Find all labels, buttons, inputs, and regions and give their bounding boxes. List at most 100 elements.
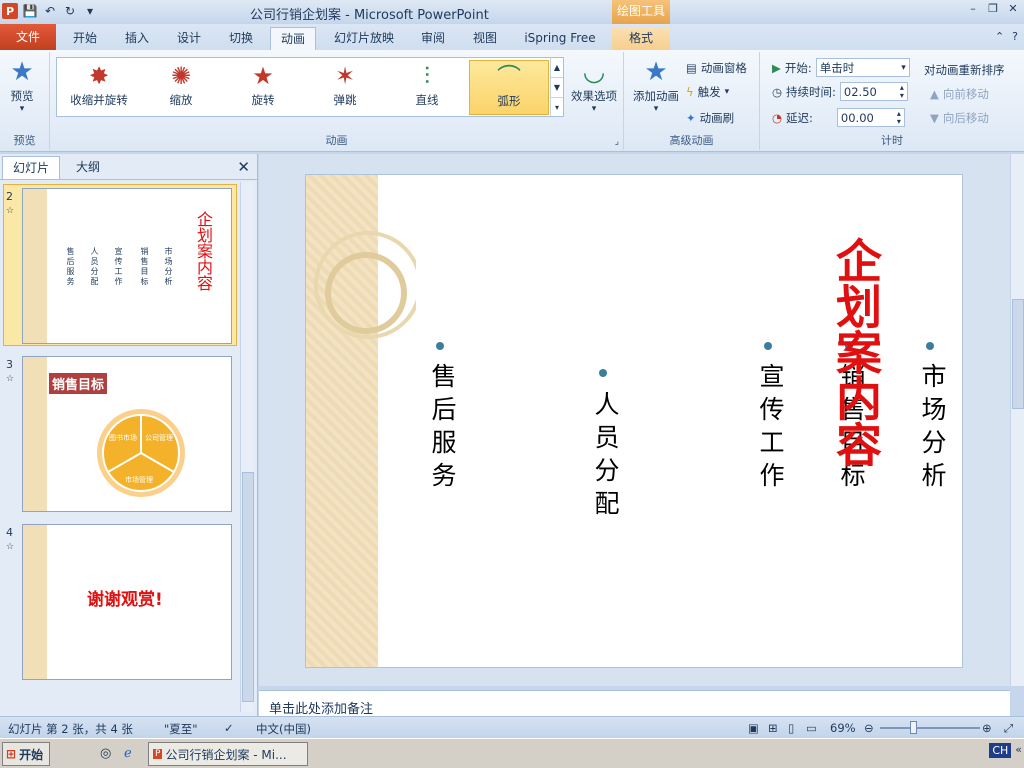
- save-icon[interactable]: 💾: [22, 3, 38, 19]
- thumbnail-title: 销售目标: [49, 373, 108, 394]
- anim-shrink-turn[interactable]: ✸ 收缩并旋转: [59, 60, 139, 115]
- zoom-slider[interactable]: [880, 727, 980, 729]
- help-icon[interactable]: ?: [1012, 30, 1018, 43]
- ribbon-tabs: 文件 开始 插入 设计 切换 动画 幻灯片放映 审阅 视图 iSpring Fr…: [0, 24, 1024, 50]
- add-animation-button[interactable]: ★ 添加动画 ▾: [628, 56, 684, 114]
- thumbnail-decoration: [23, 525, 47, 679]
- pane-scrollbar[interactable]: [240, 182, 254, 712]
- notes-field[interactable]: 单击此处添加备注: [259, 690, 1010, 717]
- zoom-out-icon[interactable]: ⊖: [864, 721, 874, 735]
- cycle-segment-label: 市场管理: [125, 476, 153, 484]
- powerpoint-logo-icon[interactable]: P: [2, 3, 18, 19]
- animation-star-icon: ☆: [6, 374, 15, 384]
- animation-pane-button[interactable]: ▤ 动画窗格: [686, 60, 747, 76]
- customize-qat-icon[interactable]: ▾: [82, 3, 98, 19]
- scroll-thumb[interactable]: [1012, 299, 1024, 409]
- tab-file[interactable]: 文件: [0, 24, 56, 50]
- close-icon[interactable]: ✕: [237, 158, 250, 176]
- start-button[interactable]: ⊞ 开始: [2, 742, 50, 766]
- gallery-down-icon[interactable]: ▼: [551, 78, 563, 98]
- status-bar: 幻灯片 第 2 张，共 4 张 "夏至" ✓ 中文(中国) ▣ ⊞ ▯ ▭ 69…: [0, 716, 1024, 738]
- fit-slide-icon[interactable]: ⤢: [1004, 721, 1013, 736]
- animation-painter-button[interactable]: ✦ 动画刷: [686, 110, 734, 126]
- slide-column[interactable]: 人员分配: [587, 391, 623, 523]
- effect-arc-icon: ◡: [582, 57, 606, 87]
- tab-ispring[interactable]: iSpring Free: [514, 27, 606, 50]
- spinner-icon[interactable]: ▴ ▾: [900, 83, 904, 100]
- dropdown-arrow-icon: ▾: [19, 104, 25, 114]
- bullet-dot: [436, 342, 444, 350]
- tab-view[interactable]: 视图: [462, 27, 508, 50]
- reading-view-icon[interactable]: ▯: [788, 721, 794, 735]
- tray-expand-icon[interactable]: «: [1015, 743, 1022, 758]
- normal-view-icon[interactable]: ▣: [748, 721, 759, 735]
- anim-spin[interactable]: ★ 旋转: [223, 60, 303, 115]
- anim-arcs[interactable]: ⌒ 弧形: [469, 60, 549, 115]
- chevron-down-icon: ▾: [901, 62, 906, 73]
- clock-icon: ◷: [772, 84, 783, 99]
- desktop-icon[interactable]: ◎: [100, 746, 111, 761]
- move-earlier-button[interactable]: ▲ 向前移动: [930, 86, 989, 102]
- zoom-level[interactable]: 69%: [830, 721, 856, 735]
- dialog-launcher-icon[interactable]: ⌟: [615, 137, 619, 147]
- tab-format[interactable]: 格式: [612, 27, 670, 50]
- language[interactable]: 中文(中国): [256, 721, 311, 737]
- taskbar-item-powerpoint[interactable]: P 公司行销企划案 - Mi...: [148, 742, 308, 766]
- thumbnail-title: 企划案内容: [194, 211, 213, 291]
- slide-thumbnail-2[interactable]: 企划案内容 售后服务 人员分配 宣传工作 销售目标 市场分析: [22, 188, 232, 344]
- tab-animations[interactable]: 动画: [270, 27, 316, 50]
- preview-button[interactable]: ★ 预览 ▾: [6, 56, 38, 114]
- effect-options-button[interactable]: ◡ 效果选项 ▾: [566, 56, 622, 114]
- minimize-ribbon-icon[interactable]: ⌃: [995, 30, 1004, 43]
- slide-title[interactable]: 企划案内容: [829, 237, 883, 467]
- bullet-dot: [599, 369, 607, 377]
- tab-home[interactable]: 开始: [62, 27, 108, 50]
- windows-logo-icon: ⊞: [6, 747, 17, 761]
- trigger-button[interactable]: ϟ 触发 ▾: [686, 84, 729, 100]
- ie-icon[interactable]: ℯ: [124, 746, 132, 761]
- thumbnail-text: 谢谢观赏!: [87, 590, 163, 610]
- slide-column[interactable]: 宣传工作: [752, 363, 788, 495]
- zoom-in-icon[interactable]: ⊕: [982, 721, 992, 735]
- scroll-thumb[interactable]: [242, 472, 254, 702]
- delay-input[interactable]: 00.00 ▴ ▾: [836, 108, 905, 127]
- tab-review[interactable]: 审阅: [410, 27, 456, 50]
- minimize-icon[interactable]: –: [966, 2, 980, 16]
- editor-scrollbar[interactable]: [1010, 154, 1024, 686]
- tab-slideshow[interactable]: 幻灯片放映: [324, 27, 404, 50]
- gallery-scroll: ▲ ▼ ▾: [550, 58, 563, 116]
- gallery-up-icon[interactable]: ▲: [551, 58, 563, 78]
- slide-thumbnail-4[interactable]: 谢谢观赏!: [22, 524, 232, 680]
- tab-outline[interactable]: 大纲: [66, 156, 110, 179]
- gallery-more-icon[interactable]: ▾: [551, 98, 563, 117]
- tab-design[interactable]: 设计: [166, 27, 212, 50]
- slide-column[interactable]: 售后服务: [424, 363, 460, 495]
- input-language[interactable]: CH: [989, 743, 1012, 758]
- tab-insert[interactable]: 插入: [114, 27, 160, 50]
- slide-column[interactable]: 市场分析: [914, 363, 950, 495]
- slide-thumbnail-3[interactable]: 销售目标 图书市场 公司管理 市场管理: [22, 356, 232, 512]
- bullet-dot: [926, 342, 934, 350]
- theme-name[interactable]: "夏至": [164, 721, 198, 737]
- slideshow-view-icon[interactable]: ▭: [806, 721, 817, 735]
- animation-star-icon: ☆: [6, 542, 15, 552]
- start-select[interactable]: 单击时 ▾: [815, 58, 910, 77]
- current-slide[interactable]: 售后服务 人员分配 宣传工作 销售目标 市场分析 企划案内容: [305, 174, 963, 668]
- redo-icon[interactable]: ↻: [62, 3, 78, 19]
- duration-input[interactable]: 02.50 ▴ ▾: [839, 82, 908, 101]
- anim-line[interactable]: ⫶ 直线: [387, 60, 467, 115]
- anim-bounce[interactable]: ✶ 弹跳: [305, 60, 385, 115]
- tab-slides[interactable]: 幻灯片: [2, 156, 61, 179]
- spellcheck-icon[interactable]: ✓: [224, 721, 234, 735]
- restore-icon[interactable]: ❐: [986, 2, 1000, 16]
- close-icon[interactable]: ✕: [1006, 2, 1020, 16]
- slide-sorter-icon[interactable]: ⊞: [768, 721, 778, 735]
- move-later-button[interactable]: ▼ 向后移动: [930, 110, 989, 126]
- tab-transitions[interactable]: 切换: [218, 27, 264, 50]
- dropdown-arrow-icon: ▾: [591, 104, 597, 114]
- thumbnail-decoration: [23, 189, 47, 343]
- anim-zoom[interactable]: ✺ 缩放: [141, 60, 221, 115]
- spinner-icon[interactable]: ▴ ▾: [897, 109, 901, 126]
- undo-icon[interactable]: ↶: [42, 3, 58, 19]
- zoom-knob[interactable]: [910, 721, 917, 734]
